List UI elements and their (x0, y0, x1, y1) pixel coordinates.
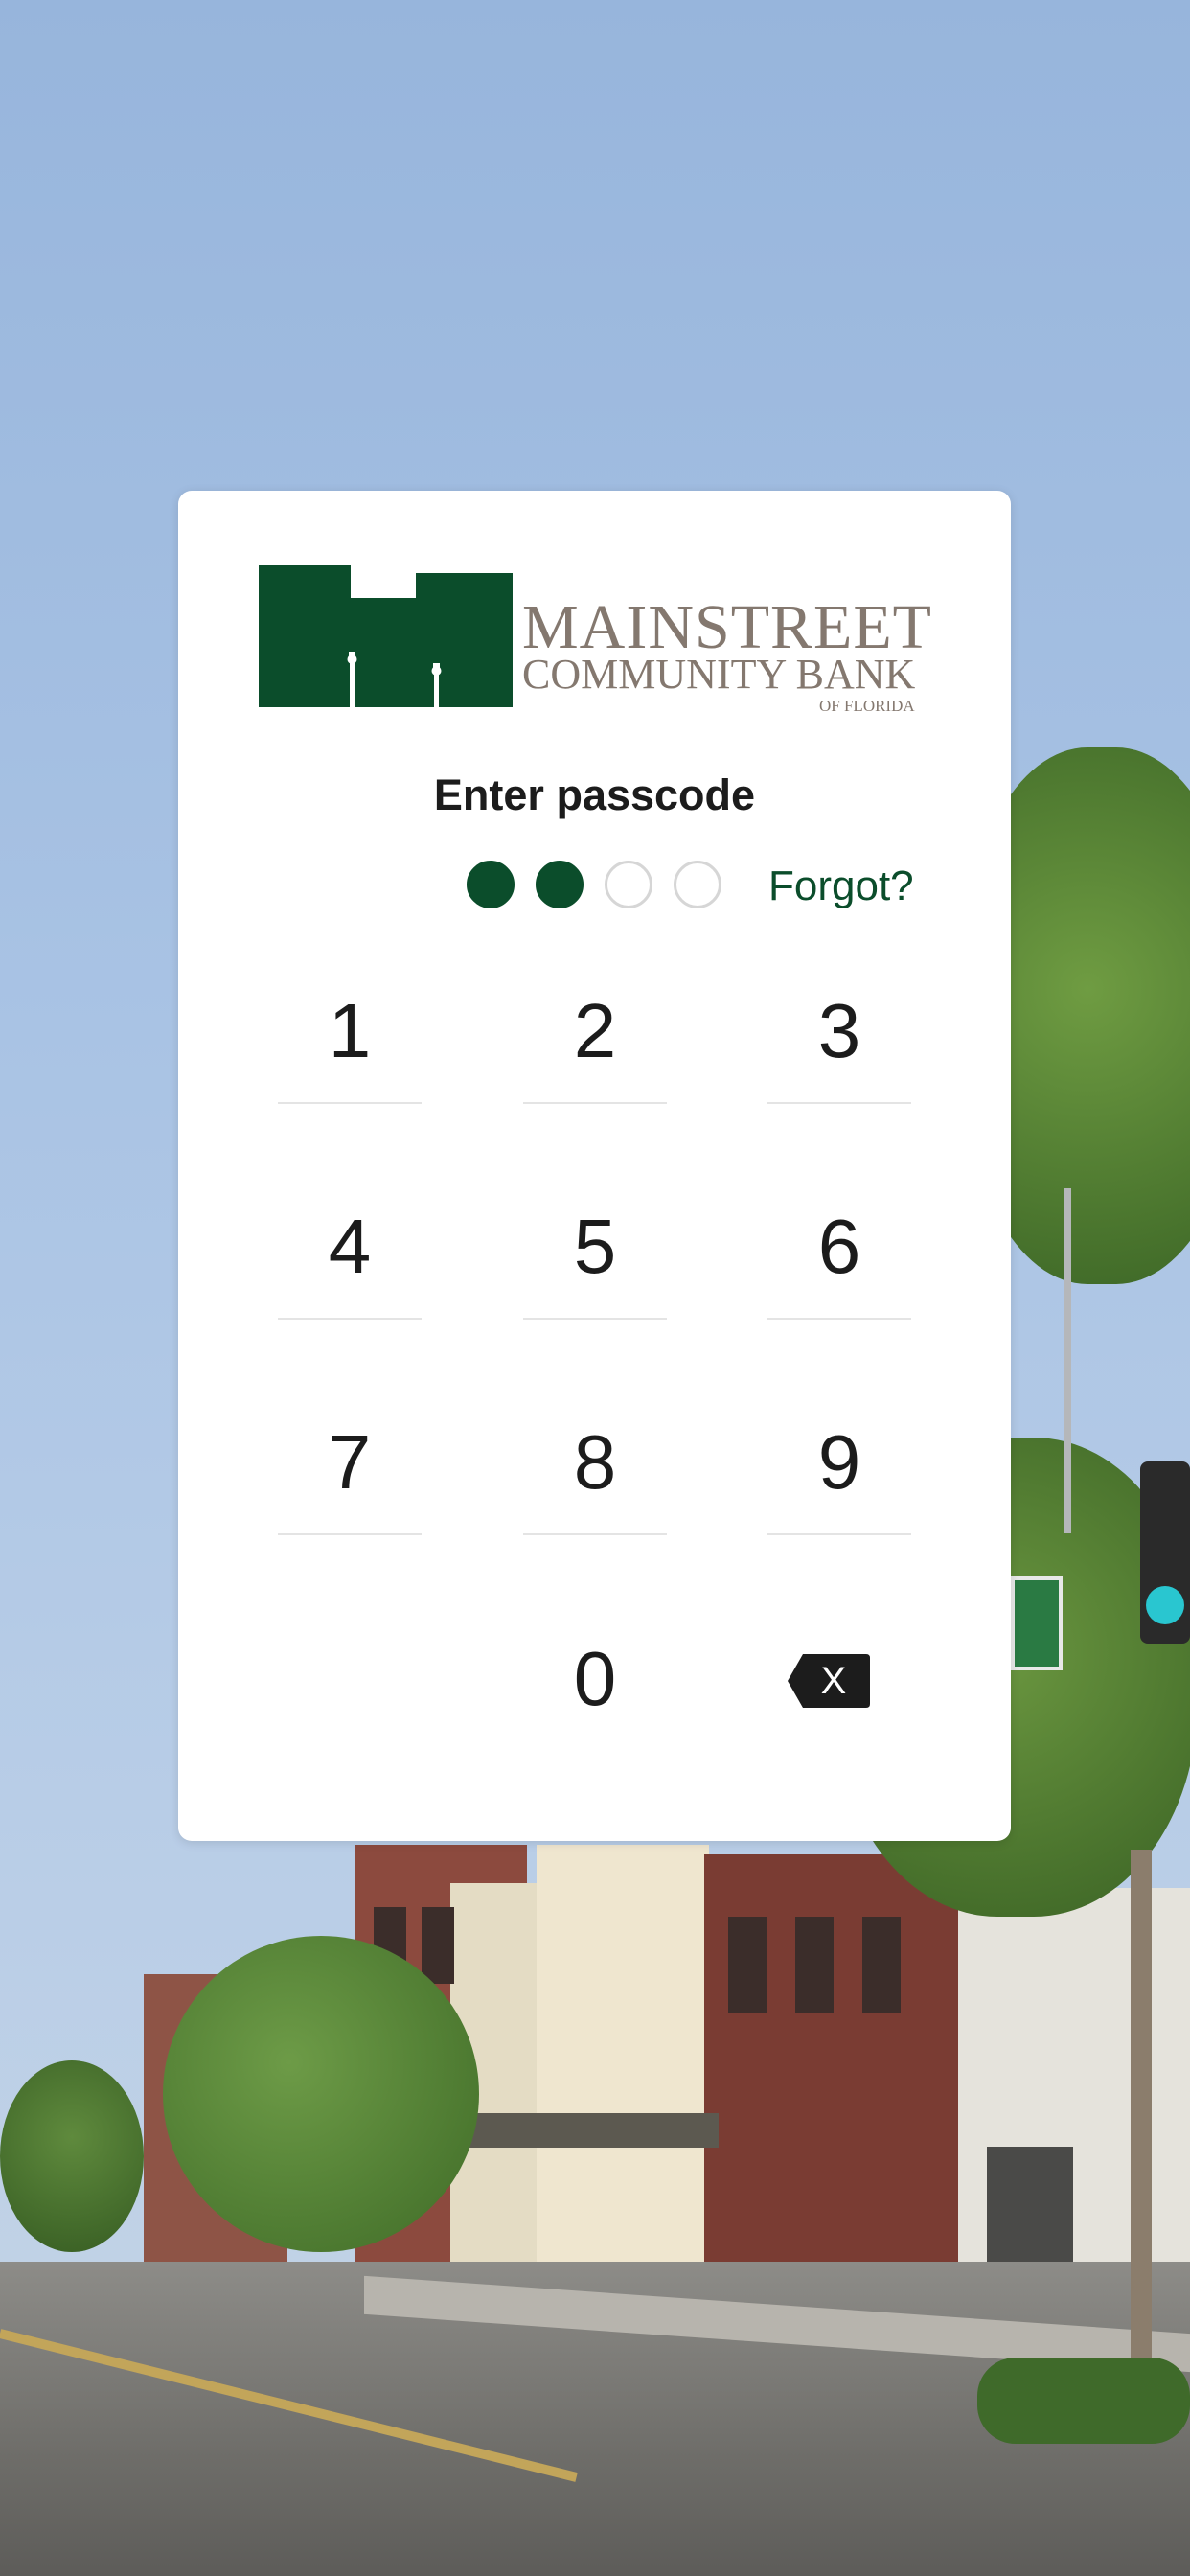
passcode-dot-empty (674, 861, 721, 908)
backspace-button[interactable]: X (786, 1652, 872, 1710)
window (728, 1917, 767, 2012)
building (537, 1845, 709, 2295)
key-label: 7 (328, 1419, 372, 1505)
bank-name-sub: COMMUNITY BANK (522, 651, 916, 698)
awning (460, 2113, 719, 2148)
building-silhouette-icon (259, 565, 513, 707)
bank-logo: MAINSTREET COMMUNITY BANK OF FLORIDA (259, 562, 934, 715)
tree (0, 2060, 144, 2252)
keypad-key-1[interactable]: 1 (278, 974, 422, 1104)
delete-backspace-icon: X (788, 1654, 870, 1708)
key-label: 6 (817, 1204, 861, 1289)
street-lamp (1064, 1188, 1071, 1533)
window (862, 1917, 901, 2012)
keypad-key-5[interactable]: 5 (523, 1189, 667, 1320)
key-label: 1 (328, 988, 372, 1073)
keypad-key-0[interactable]: 0 (523, 1622, 667, 1736)
keypad-key-3[interactable]: 3 (767, 974, 911, 1104)
traffic-light-green (1146, 1586, 1184, 1624)
passcode-indicator (467, 861, 721, 910)
keypad-key-2[interactable]: 2 (523, 974, 667, 1104)
keypad-key-9[interactable]: 9 (767, 1405, 911, 1535)
keypad-key-7[interactable]: 7 (278, 1405, 422, 1535)
key-label: 0 (573, 1636, 617, 1721)
key-label: 8 (573, 1419, 617, 1505)
passcode-title: Enter passcode (433, 770, 756, 819)
passcode-dot-filled (536, 861, 584, 908)
key-label: 9 (817, 1419, 861, 1505)
bank-region: OF FLORIDA (819, 697, 915, 715)
forgot-passcode-link[interactable]: Forgot? (768, 862, 914, 910)
key-label: 5 (573, 1204, 617, 1289)
street-sign (1011, 1576, 1063, 1670)
passcode-dot-filled (467, 861, 515, 908)
keypad-key-8[interactable]: 8 (523, 1405, 667, 1535)
window (422, 1907, 454, 1984)
key-label: 3 (817, 988, 861, 1073)
window (795, 1917, 834, 2012)
tree (163, 1936, 479, 2252)
hedge (977, 2358, 1190, 2444)
tree-trunk (1131, 1850, 1152, 2386)
key-label: 2 (573, 988, 617, 1073)
backspace-glyph: X (821, 1660, 847, 1702)
passcode-card: MAINSTREET COMMUNITY BANK OF FLORIDA Ent… (178, 491, 1011, 1841)
key-label: 4 (328, 1204, 372, 1289)
keypad-key-6[interactable]: 6 (767, 1189, 911, 1320)
passcode-dot-empty (605, 861, 652, 908)
keypad-key-4[interactable]: 4 (278, 1189, 422, 1320)
